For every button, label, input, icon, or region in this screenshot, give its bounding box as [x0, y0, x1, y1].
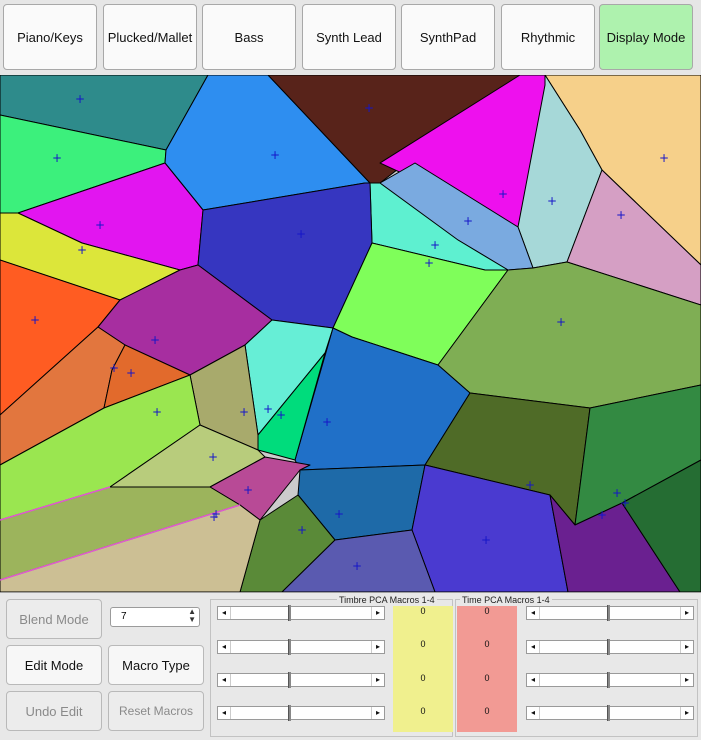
cell-center-marker: + [597, 508, 607, 522]
reset-macros-button[interactable]: Reset Macros [108, 691, 204, 731]
timbre-value-4: 0 [420, 706, 426, 716]
cell-center-marker: + [463, 214, 473, 228]
time-slider-2[interactable]: ◂ ▸ [526, 639, 694, 655]
cell-center-marker: + [209, 510, 219, 524]
cell-center-marker: + [75, 92, 85, 106]
timbre-value-3: 0 [420, 673, 426, 683]
blend-mode-button[interactable]: Blend Mode [6, 599, 102, 639]
time-value-4: 0 [484, 706, 490, 716]
display-mode-button[interactable]: Display Mode [599, 4, 693, 70]
cell-center-marker: + [243, 483, 253, 497]
time-macros-panel: Time PCA Macros 1-4 0 0 0 0 ◂ ▸ ◂ ▸ ◂ ▸ ◂ ▸ [455, 595, 698, 737]
slider-right-arrow-icon[interactable]: ▸ [371, 607, 384, 619]
timbre-macros-panel: Timbre PCA Macros 1-4 ◂ ▸ ◂ ▸ ◂ ▸ ◂ ▸ 0 0 0 0 [210, 595, 453, 737]
cell-center-marker: + [620, 496, 630, 510]
cell-center-marker: + [525, 478, 535, 492]
cell-center-marker: + [364, 101, 374, 115]
slider-right-arrow-icon[interactable]: ▸ [680, 641, 693, 653]
cell-center-marker: + [270, 148, 280, 162]
slider-thumb[interactable] [288, 605, 292, 621]
synth-lead-button[interactable]: Synth Lead [302, 4, 396, 70]
cell-center-marker: + [616, 208, 626, 222]
cell-center-marker: + [77, 243, 87, 257]
cell-center-marker: + [424, 256, 434, 270]
cell-center-marker: + [126, 366, 136, 380]
cell-center-marker: + [556, 315, 566, 329]
cell-center-marker: + [150, 333, 160, 347]
cell-center-marker: + [276, 408, 286, 422]
time-values-box: 0 0 0 0 [457, 606, 517, 732]
undo-edit-button[interactable]: Undo Edit [6, 691, 102, 731]
timbre-slider-3[interactable]: ◂ ▸ [217, 672, 385, 688]
slider-thumb[interactable] [288, 672, 292, 688]
timbre-value-2: 0 [420, 639, 426, 649]
time-slider-1[interactable]: ◂ ▸ [526, 605, 694, 621]
cell-center-marker: + [659, 151, 669, 165]
cell-center-marker: + [263, 402, 273, 416]
timbre-slider-4[interactable]: ◂ ▸ [217, 705, 385, 721]
cell-center-marker: + [297, 523, 307, 537]
slider-right-arrow-icon[interactable]: ▸ [680, 674, 693, 686]
slider-left-arrow-icon[interactable]: ◂ [527, 607, 540, 619]
slider-right-arrow-icon[interactable]: ▸ [371, 674, 384, 686]
control-panel: Blend Mode Edit Mode Undo Edit 7 ▲ ▼ Macr… [0, 592, 701, 740]
cell-center-marker: + [334, 507, 344, 521]
slider-thumb[interactable] [607, 672, 611, 688]
time-value-2: 0 [484, 639, 490, 649]
slider-left-arrow-icon[interactable]: ◂ [527, 707, 540, 719]
timbre-slider-2[interactable]: ◂ ▸ [217, 639, 385, 655]
cell-center-marker: + [296, 227, 306, 241]
cell-center-marker: + [481, 533, 491, 547]
time-panel-title: Time PCA Macros 1-4 [460, 595, 552, 605]
cell-count-spinner[interactable]: 7 ▲ ▼ [110, 607, 200, 627]
slider-right-arrow-icon[interactable]: ▸ [371, 641, 384, 653]
time-value-3: 0 [484, 673, 490, 683]
slider-left-arrow-icon[interactable]: ◂ [527, 641, 540, 653]
slider-left-arrow-icon[interactable]: ◂ [527, 674, 540, 686]
category-toolbar: Piano/Keys Plucked/Mallet Bass Synth Lea… [0, 0, 701, 76]
cell-center-marker: + [498, 187, 508, 201]
bass-button[interactable]: Bass [202, 4, 296, 70]
macro-type-button[interactable]: Macro Type [108, 645, 204, 685]
voronoi-timbre-map[interactable]: ++ +++++++++++++++ +++ + + + +++++ ++++++++ [0, 75, 701, 592]
synthpad-button[interactable]: SynthPad [401, 4, 495, 70]
slider-thumb[interactable] [288, 705, 292, 721]
cell-center-marker: + [430, 238, 440, 252]
slider-thumb[interactable] [607, 705, 611, 721]
slider-thumb[interactable] [288, 639, 292, 655]
timbre-values-box: 0 0 0 0 [393, 606, 453, 732]
cell-center-marker: + [109, 361, 119, 375]
spinner-arrows-icon[interactable]: ▲ ▼ [188, 608, 196, 624]
slider-left-arrow-icon[interactable]: ◂ [218, 674, 231, 686]
plucked-mallet-button[interactable]: Plucked/Mallet [103, 4, 197, 70]
cell-center-marker: + [95, 218, 105, 232]
slider-thumb[interactable] [607, 639, 611, 655]
timbre-value-1: 0 [420, 606, 426, 616]
time-slider-3[interactable]: ◂ ▸ [526, 672, 694, 688]
timbre-panel-title: Timbre PCA Macros 1-4 [337, 595, 437, 605]
edit-mode-button[interactable]: Edit Mode [6, 645, 102, 685]
slider-right-arrow-icon[interactable]: ▸ [680, 707, 693, 719]
rhythmic-button[interactable]: Rhythmic [501, 4, 595, 70]
piano-keys-button[interactable]: Piano/Keys [3, 4, 97, 70]
slider-left-arrow-icon[interactable]: ◂ [218, 707, 231, 719]
cell-center-marker: + [30, 313, 40, 327]
timbre-slider-1[interactable]: ◂ ▸ [217, 605, 385, 621]
cell-center-marker: + [547, 194, 557, 208]
slider-left-arrow-icon[interactable]: ◂ [218, 641, 231, 653]
slider-left-arrow-icon[interactable]: ◂ [218, 607, 231, 619]
cell-center-marker: + [152, 405, 162, 419]
slider-thumb[interactable] [607, 605, 611, 621]
slider-right-arrow-icon[interactable]: ▸ [371, 707, 384, 719]
cell-center-marker: + [208, 450, 218, 464]
cell-center-marker: + [239, 405, 249, 419]
cell-center-marker: + [52, 151, 62, 165]
time-slider-4[interactable]: ◂ ▸ [526, 705, 694, 721]
cell-center-marker: + [322, 415, 332, 429]
slider-right-arrow-icon[interactable]: ▸ [680, 607, 693, 619]
cell-center-marker: + [352, 559, 362, 573]
spinner-value: 7 [121, 611, 127, 622]
time-value-1: 0 [484, 606, 490, 616]
